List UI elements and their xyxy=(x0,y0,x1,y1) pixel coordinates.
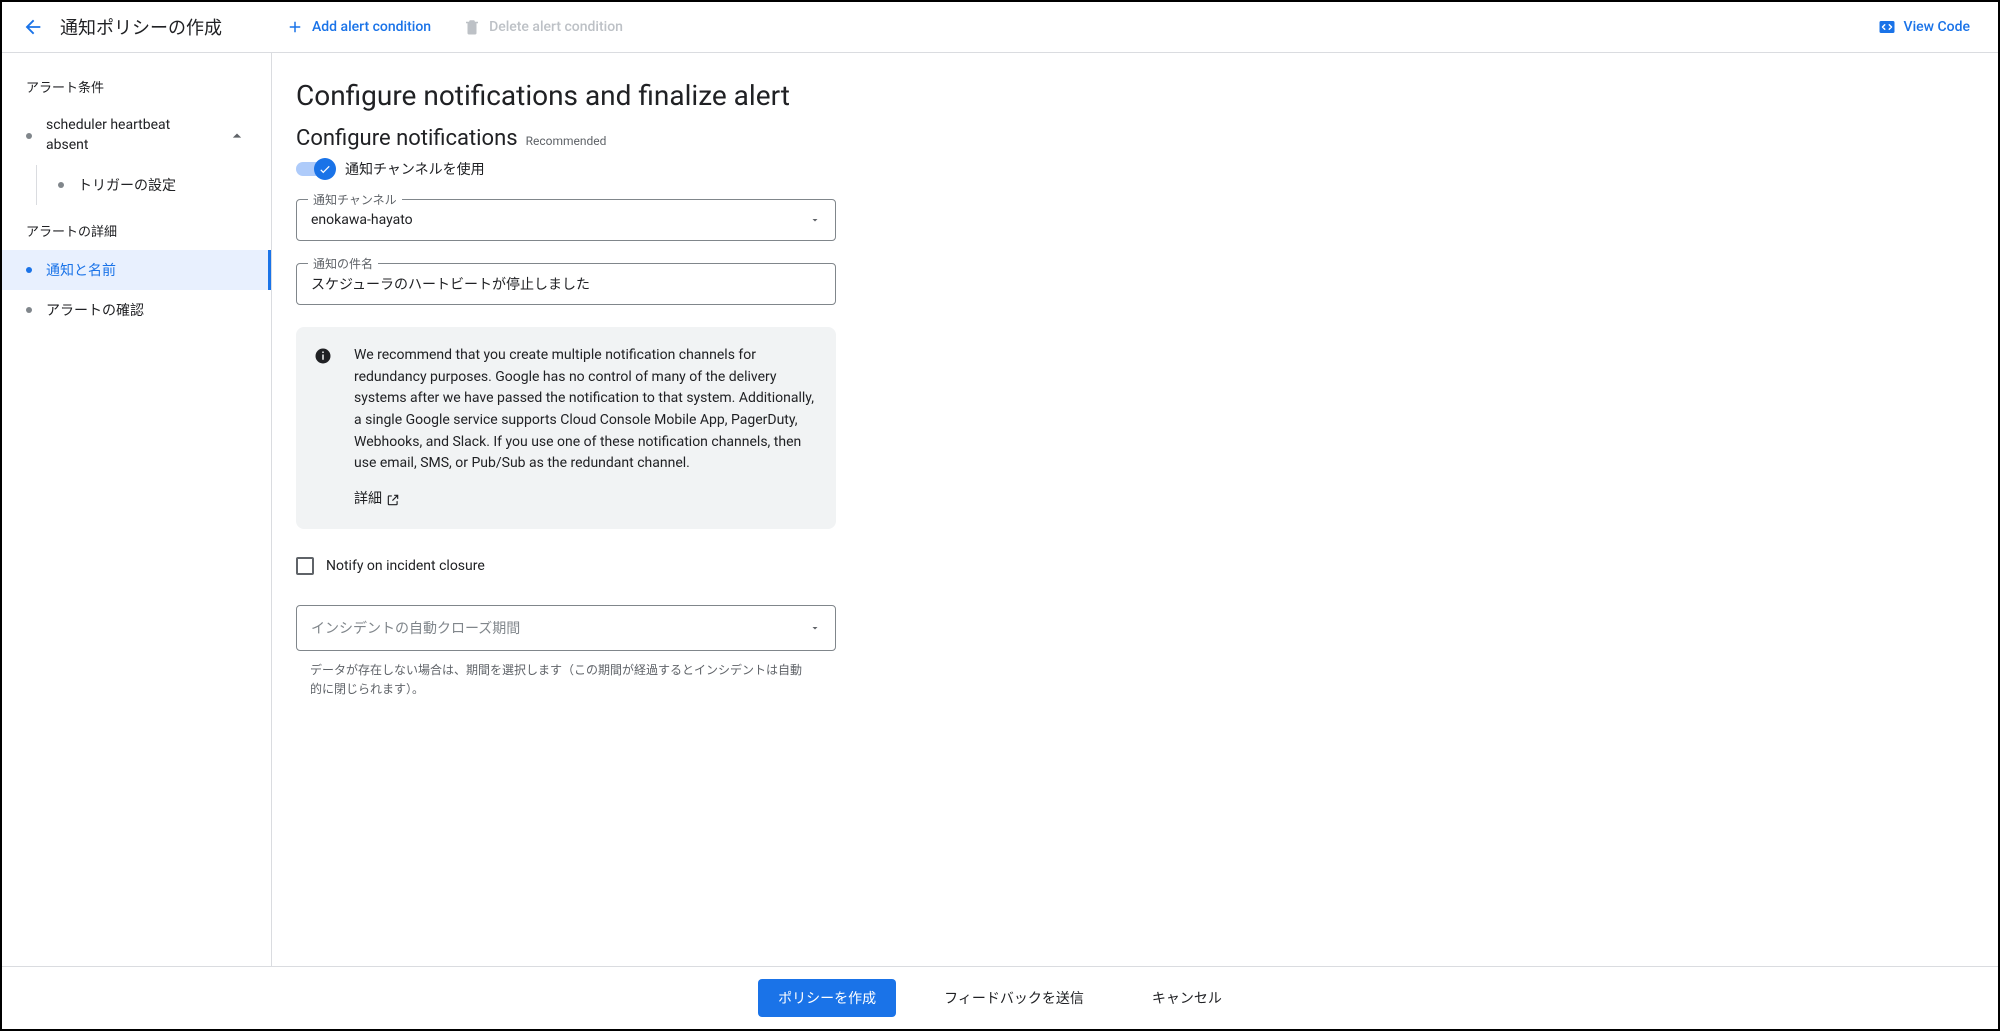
sidebar-section-conditions: アラート条件 xyxy=(2,71,271,106)
chevron-up-icon[interactable] xyxy=(227,126,247,146)
bullet-icon xyxy=(26,133,32,139)
arrow-left-icon xyxy=(22,16,44,38)
sidebar-trigger-label: トリガーの設定 xyxy=(78,175,176,195)
autoclose-helper-text: データが存在しない場合は、期間を選択します（この期間が経過するとインシデントは自… xyxy=(310,661,810,699)
caret-down-icon xyxy=(809,622,821,634)
toggle-knob xyxy=(314,158,336,180)
sidebar-notify-label: 通知と名前 xyxy=(46,260,116,280)
bullet-icon xyxy=(26,307,32,313)
sidebar-item-notify-name[interactable]: 通知と名前 xyxy=(2,250,271,290)
bullet-icon xyxy=(58,182,64,188)
sidebar-item-review[interactable]: アラートの確認 xyxy=(2,290,271,330)
trash-icon xyxy=(463,18,481,36)
sidebar-condition-label: scheduler heartbeat absent xyxy=(46,116,213,155)
external-link-icon xyxy=(386,493,400,507)
info-learn-more-link[interactable]: 詳細 xyxy=(354,489,400,511)
check-icon xyxy=(318,162,332,176)
code-icon xyxy=(1878,18,1896,36)
sub-heading: Configure notifications xyxy=(296,126,518,151)
delete-alert-condition-label: Delete alert condition xyxy=(489,19,623,35)
use-channels-toggle[interactable] xyxy=(296,162,333,176)
add-alert-condition-label: Add alert condition xyxy=(312,19,431,35)
recommended-badge: Recommended xyxy=(526,134,607,148)
info-icon xyxy=(314,347,332,511)
info-box: We recommend that you create multiple no… xyxy=(296,327,836,529)
info-more-label: 詳細 xyxy=(354,489,382,511)
main-heading: Configure notifications and finalize ale… xyxy=(296,79,1958,112)
footer: ポリシーを作成 フィードバックを送信 キャンセル xyxy=(2,966,1998,1029)
notify-closure-checkbox[interactable] xyxy=(296,557,314,575)
delete-alert-condition-button: Delete alert condition xyxy=(455,12,631,42)
sidebar-review-label: アラートの確認 xyxy=(46,300,144,320)
create-policy-button[interactable]: ポリシーを作成 xyxy=(758,979,896,1017)
main-content: Configure notifications and finalize ale… xyxy=(272,53,1998,966)
autoclose-dropdown[interactable]: インシデントの自動クローズ期間 xyxy=(296,605,836,651)
plus-icon xyxy=(286,18,304,36)
top-bar: 通知ポリシーの作成 Add alert condition Delete ale… xyxy=(2,2,1998,53)
notify-closure-label: Notify on incident closure xyxy=(326,558,485,574)
channel-value: enokawa-hayato xyxy=(311,212,413,228)
channel-field-label: 通知チャンネル xyxy=(308,191,402,208)
autoclose-placeholder: インシデントの自動クローズ期間 xyxy=(311,618,520,638)
page-title: 通知ポリシーの作成 xyxy=(60,14,222,40)
sidebar-item-trigger[interactable]: トリガーの設定 xyxy=(2,165,271,205)
sidebar-section-details: アラートの詳細 xyxy=(2,215,271,250)
use-channels-label: 通知チャンネルを使用 xyxy=(345,159,485,179)
sidebar-item-condition[interactable]: scheduler heartbeat absent xyxy=(2,106,271,165)
cancel-button[interactable]: キャンセル xyxy=(1132,979,1242,1017)
caret-down-icon xyxy=(809,214,821,226)
sidebar: アラート条件 scheduler heartbeat absent トリガーの設… xyxy=(2,53,272,966)
send-feedback-button[interactable]: フィードバックを送信 xyxy=(924,979,1104,1017)
view-code-button[interactable]: View Code xyxy=(1870,12,1978,42)
info-text: We recommend that you create multiple no… xyxy=(354,345,814,475)
add-alert-condition-button[interactable]: Add alert condition xyxy=(278,12,439,42)
view-code-label: View Code xyxy=(1904,19,1970,35)
back-button[interactable] xyxy=(22,16,44,38)
bullet-icon xyxy=(26,267,32,273)
subject-field-label: 通知の件名 xyxy=(308,255,378,272)
